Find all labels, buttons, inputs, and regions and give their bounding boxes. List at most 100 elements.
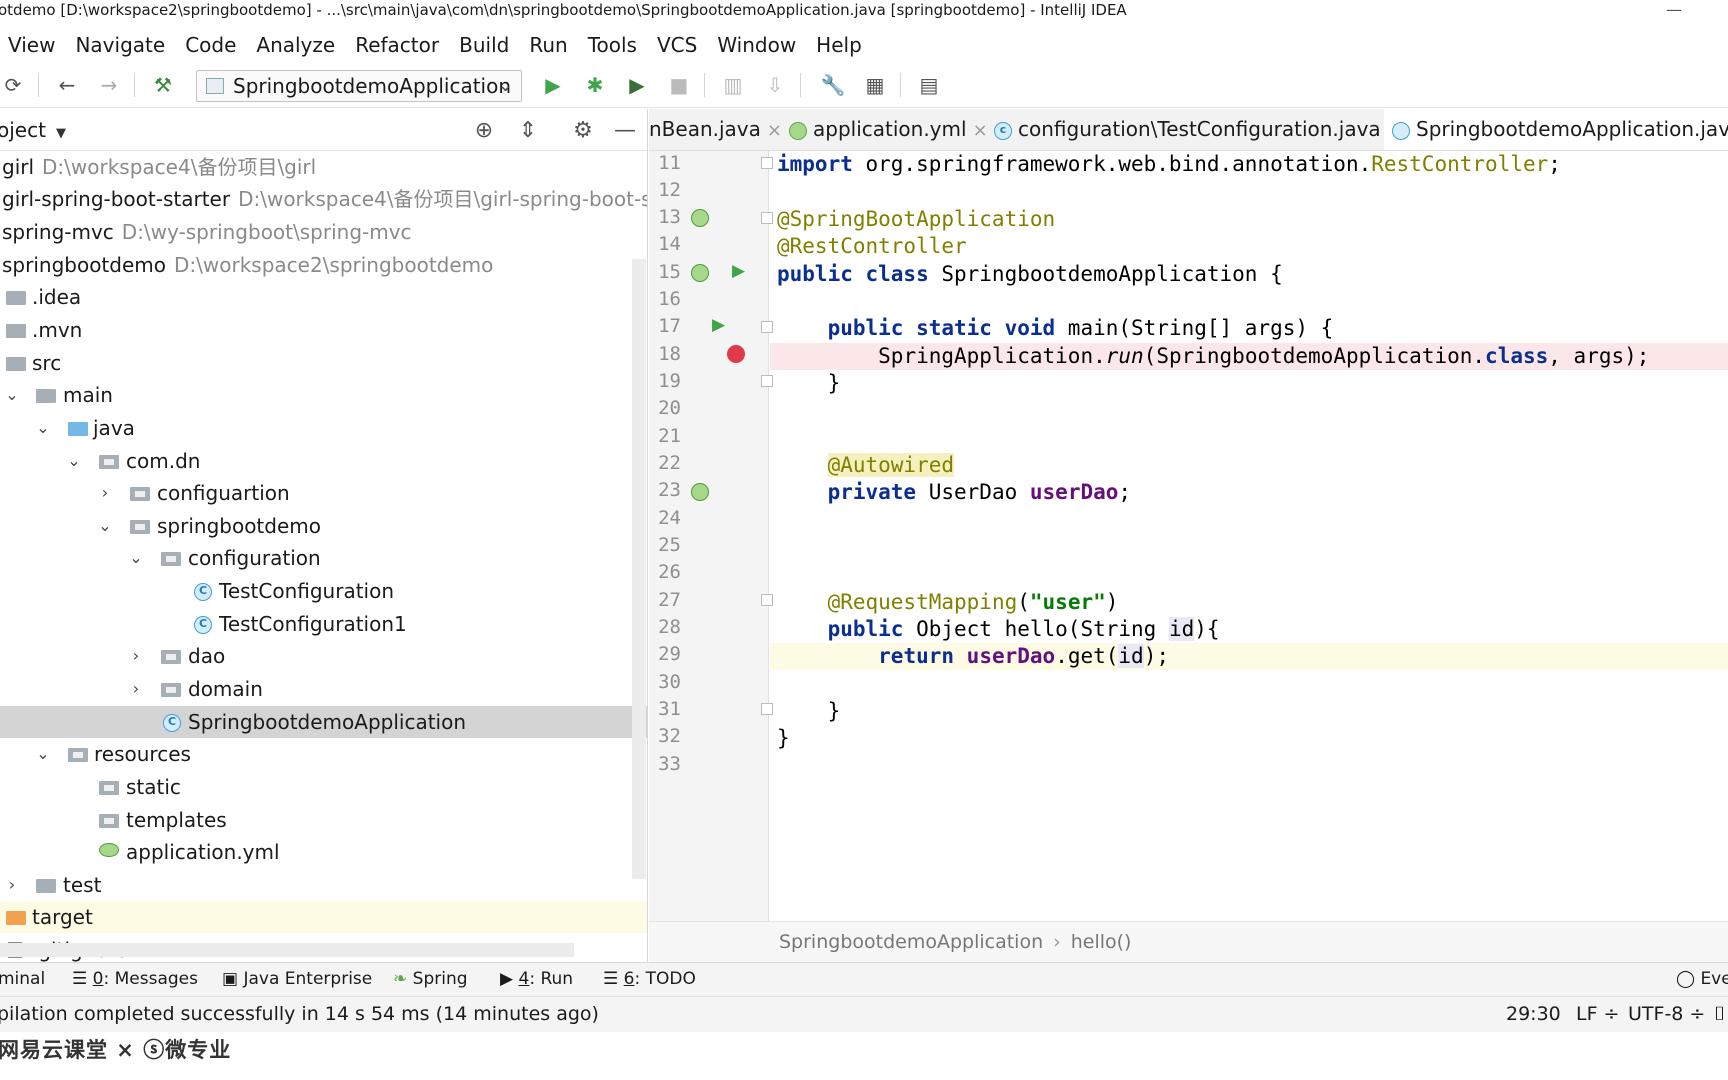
forward-arrow-icon[interactable]: → bbox=[96, 72, 122, 98]
build-hammer-icon[interactable]: ⚒ bbox=[150, 72, 176, 98]
run-configuration-dropdown[interactable]: SpringbootdemoApplication ⌄ bbox=[196, 70, 522, 102]
tree-item-configuartion[interactable]: › configuartion bbox=[0, 477, 647, 509]
spring-bean-gutter-icon[interactable] bbox=[691, 264, 709, 282]
tree-item-test[interactable]: › test bbox=[0, 869, 647, 901]
run-gutter-icon[interactable]: ▶ bbox=[712, 315, 725, 335]
tree-item-label: girl-spring-boot-starter bbox=[2, 187, 231, 211]
debug-bug-icon[interactable]: ✱ bbox=[582, 72, 608, 98]
tab-bean-java[interactable]: nBean.java × bbox=[649, 109, 782, 150]
project-structure-icon[interactable]: ▦ bbox=[862, 72, 888, 98]
menu-window[interactable]: Window bbox=[717, 33, 796, 57]
caret-position[interactable]: 29:30 bbox=[1506, 997, 1561, 1031]
lock-icon[interactable]: ⌷ bbox=[1714, 997, 1725, 1031]
tree-item-springbootdemo-package[interactable]: ⌄ springbootdemo bbox=[0, 510, 647, 542]
breadcrumb-method[interactable]: hello() bbox=[1071, 931, 1132, 953]
chevron-right-icon[interactable]: › bbox=[97, 477, 113, 509]
tree-item-testconfiguration1[interactable]: C TestConfiguration1 bbox=[0, 608, 647, 640]
package-icon bbox=[130, 520, 150, 534]
vcs-update-icon[interactable]: ▥ bbox=[720, 72, 746, 98]
messages-tool-button[interactable]: ☰ 0: Messages bbox=[72, 963, 198, 995]
gear-icon[interactable]: ⚙ bbox=[570, 118, 596, 143]
breadcrumb-class[interactable]: SpringbootdemoApplication bbox=[779, 931, 1043, 953]
close-icon[interactable]: × bbox=[973, 120, 988, 141]
run-tool-button[interactable]: ▶ 4: Run bbox=[500, 963, 573, 995]
tab-springbootdemoapplication-java[interactable]: SpringbootdemoApplication.java× bbox=[1384, 109, 1728, 150]
chevron-right-icon[interactable]: › bbox=[128, 673, 144, 705]
tab-testconfiguration-java[interactable]: cconfiguration\TestConfiguration.java× bbox=[994, 109, 1402, 150]
tree-item-spring-mvc[interactable]: spring-mvc D:\wy-springboot\spring-mvc bbox=[0, 216, 647, 248]
code-editor[interactable]: import org.springframework.web.bind.anno… bbox=[770, 151, 1728, 921]
breakpoint-icon[interactable] bbox=[727, 345, 745, 363]
menu-tools[interactable]: Tools bbox=[588, 33, 637, 57]
menu-view[interactable]: View bbox=[8, 33, 55, 57]
vcs-commit-icon[interactable]: ⇩ bbox=[762, 72, 788, 98]
menu-help[interactable]: Help bbox=[816, 33, 862, 57]
tree-item-src[interactable]: src bbox=[0, 347, 647, 379]
chevron-down-icon[interactable]: ⌄ bbox=[35, 738, 51, 770]
run-with-coverage-icon[interactable]: ▶ bbox=[624, 72, 650, 98]
stop-icon[interactable]: ■ bbox=[666, 72, 692, 98]
tree-item-girl[interactable]: girl D:\workspace4\备份项目\girl bbox=[0, 151, 647, 183]
event-log-tool-button[interactable]: ◯ Eve bbox=[1676, 963, 1728, 995]
tree-item-configuration[interactable]: ⌄ configuration bbox=[0, 542, 647, 574]
menu-vcs[interactable]: VCS bbox=[657, 33, 697, 57]
tree-item-main[interactable]: ⌄ main bbox=[0, 379, 647, 411]
chevron-down-icon[interactable]: ⌄ bbox=[97, 510, 113, 542]
chevron-right-icon[interactable]: › bbox=[128, 640, 144, 672]
line-separator-selector[interactable]: LF ÷ bbox=[1576, 997, 1619, 1031]
tab-application-yml[interactable]: application.yml × bbox=[789, 109, 988, 150]
tree-item-static[interactable]: static bbox=[0, 771, 647, 803]
menu-run[interactable]: Run bbox=[529, 33, 567, 57]
run-icon[interactable]: ▶ bbox=[540, 72, 566, 98]
chevron-down-icon[interactable]: ⌄ bbox=[35, 412, 51, 444]
collapse-all-icon[interactable]: ⇕ bbox=[515, 118, 541, 143]
back-arrow-icon[interactable]: ← bbox=[54, 72, 80, 98]
tree-item-domain[interactable]: › domain bbox=[0, 673, 647, 705]
hide-panel-icon[interactable]: — bbox=[612, 118, 638, 143]
chevron-down-icon[interactable]: ⌄ bbox=[128, 542, 144, 574]
locate-target-icon[interactable]: ⊕ bbox=[471, 118, 497, 143]
chevron-right-icon[interactable]: › bbox=[4, 869, 20, 901]
menu-navigate[interactable]: Navigate bbox=[75, 33, 165, 57]
tree-item-testconfiguration[interactable]: C TestConfiguration bbox=[0, 575, 647, 607]
editor-area: nBean.java × application.yml × c configurat… bbox=[649, 109, 1728, 962]
menu-code[interactable]: Code bbox=[185, 33, 236, 57]
tree-item-idea[interactable]: .idea bbox=[0, 281, 647, 313]
sdk-manager-icon[interactable]: ▤ bbox=[916, 72, 942, 98]
tree-vertical-scrollbar[interactable] bbox=[632, 259, 646, 879]
menu-refactor[interactable]: Refactor bbox=[355, 33, 439, 57]
java-enterprise-tool-button[interactable]: ▣ Java Enterprise bbox=[222, 963, 372, 995]
settings-wrench-icon[interactable]: 🔧 bbox=[820, 72, 846, 98]
run-gutter-icon[interactable]: ▶ bbox=[732, 261, 745, 281]
tree-item-mvn[interactable]: .mvn bbox=[0, 314, 647, 346]
tree-item-target[interactable]: target bbox=[0, 901, 647, 933]
tree-item-springbootdemo[interactable]: springbootdemo D:\workspace2\springbootde… bbox=[0, 249, 647, 281]
tree-item-com-dn[interactable]: ⌄ com.dn bbox=[0, 445, 647, 477]
menu-analyze[interactable]: Analyze bbox=[256, 33, 335, 57]
chevron-down-icon[interactable]: ⌄ bbox=[66, 445, 82, 477]
tree-item-dao[interactable]: › dao bbox=[0, 640, 647, 672]
tree-item-springbootdemoapplication[interactable]: C SpringbootdemoApplication bbox=[0, 706, 647, 738]
todo-tool-button[interactable]: ☰ 6: TODO bbox=[603, 963, 696, 995]
sync-icon[interactable]: ⟳ bbox=[0, 72, 26, 98]
chevron-down-icon[interactable]: ⌄ bbox=[4, 379, 20, 411]
close-icon[interactable]: × bbox=[767, 120, 782, 141]
tree-horizontal-scrollbar[interactable] bbox=[0, 943, 574, 957]
spring-tool-button[interactable]: ❧ Spring bbox=[393, 963, 468, 995]
line-number: 24 bbox=[658, 507, 681, 529]
editor-gutter[interactable]: 11 12 13 14 15 16 17 18 19 20 21 22 23 2… bbox=[649, 151, 773, 921]
tree-item-java[interactable]: ⌄ java bbox=[0, 412, 647, 444]
line-number: 18 bbox=[658, 343, 681, 365]
tree-item-templates[interactable]: templates bbox=[0, 804, 647, 836]
encoding-selector[interactable]: UTF-8 ÷ bbox=[1628, 997, 1705, 1031]
tree-item-resources[interactable]: ⌄ resources bbox=[0, 738, 647, 770]
spring-bean-gutter-icon[interactable] bbox=[691, 209, 709, 227]
autowired-gutter-icon[interactable] bbox=[691, 483, 709, 501]
tree-item-application-yml[interactable]: application.yml bbox=[0, 836, 647, 868]
menu-build[interactable]: Build bbox=[459, 33, 509, 57]
terminal-tool-button[interactable]: minal bbox=[0, 963, 45, 995]
minimize-button[interactable]: — bbox=[1666, 0, 1686, 20]
project-view-selector[interactable]: oject ▼ bbox=[0, 118, 66, 142]
tree-item-path: D:\workspace4\备份项目\girl bbox=[42, 155, 317, 179]
tree-item-girl-spring-boot-starter[interactable]: girl-spring-boot-starter D:\workspace4\备份… bbox=[0, 183, 647, 215]
